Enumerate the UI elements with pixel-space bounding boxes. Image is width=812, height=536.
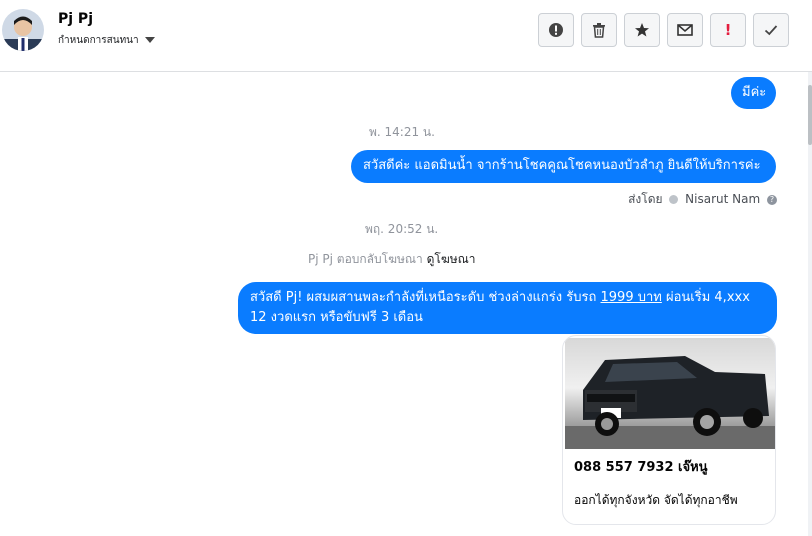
ad-message-text: ผ่อนเริ่ม 4,xxx bbox=[661, 290, 750, 305]
envelope-icon bbox=[677, 24, 693, 36]
sent-by-prefix: ส่งโดย bbox=[628, 192, 663, 206]
avatar-image bbox=[2, 9, 44, 51]
ad-reply-label: Pj Pj ตอบกลับโฆษณา bbox=[308, 252, 423, 266]
conversation-header: Pj Pj กำหนดการสนทนา ! bbox=[0, 0, 812, 72]
mark-spam-button[interactable] bbox=[538, 13, 574, 47]
ad-card[interactable]: 088 557 7932 เจ๊หนู ออกได้ทุกจังหวัด จัด… bbox=[562, 335, 776, 525]
price-link[interactable]: 1999 บาท bbox=[601, 290, 662, 305]
ad-reply-context: Pj Pj ตอบกลับโฆษณา ดูโฆษณา bbox=[308, 250, 476, 269]
ad-message-text: สวัสดี Pj! ผสมผสานพละกำลังที่เหนือระดับ … bbox=[250, 290, 601, 305]
message-bubble[interactable]: มีค่ะ bbox=[731, 77, 776, 109]
caret-down-icon bbox=[144, 37, 155, 43]
timestamp: พฤ. 20:52 น. bbox=[365, 222, 439, 236]
ad-card-title: 088 557 7932 เจ๊หนู bbox=[574, 460, 708, 475]
scrollbar-thumb[interactable] bbox=[808, 85, 812, 145]
sent-by: ส่งโดย Nisarut Nam ? bbox=[628, 190, 777, 209]
flag-important-button[interactable]: ! bbox=[710, 13, 746, 47]
delete-button[interactable] bbox=[581, 13, 617, 47]
mark-done-button[interactable] bbox=[753, 13, 789, 47]
ad-message-bubble[interactable]: สวัสดี Pj! ผสมผสานพละกำลังที่เหนือระดับ … bbox=[238, 282, 777, 334]
avatar[interactable] bbox=[2, 9, 44, 51]
exclamation-icon: ! bbox=[724, 21, 732, 39]
star-icon bbox=[635, 23, 649, 37]
trash-icon bbox=[593, 23, 605, 38]
help-icon[interactable]: ? bbox=[767, 194, 777, 205]
conversation-menu-label: กำหนดการสนทนา bbox=[58, 35, 139, 46]
ad-message-line1: สวัสดี Pj! ผสมผสานพละกำลังที่เหนือระดับ … bbox=[250, 288, 765, 308]
ad-message-line2: 12 งวดแรก หรือขับฟรี 3 เดือน bbox=[250, 310, 423, 325]
conversation-menu[interactable]: กำหนดการสนทนา bbox=[58, 33, 155, 48]
contact-name[interactable]: Pj Pj bbox=[58, 11, 93, 27]
bot-icon bbox=[669, 195, 679, 204]
timestamp: พ. 14:21 น. bbox=[369, 125, 435, 139]
alert-circle-icon bbox=[549, 23, 563, 37]
truck-image bbox=[565, 338, 775, 449]
ad-card-description: ออกได้ทุกจังหวัด จัดได้ทุกอาชีพ bbox=[574, 493, 738, 507]
truck-illustration bbox=[565, 356, 775, 449]
checkmark-icon bbox=[764, 25, 778, 36]
view-ad-link[interactable]: ดูโฆษณา bbox=[427, 252, 476, 266]
sender-name[interactable]: Nisarut Nam bbox=[685, 192, 760, 206]
message-bubble[interactable]: สวัสดีค่ะ แอดมินน้ำ จากร้านโชคคูณโชคหนอง… bbox=[351, 150, 776, 183]
star-button[interactable] bbox=[624, 13, 660, 47]
mark-unread-button[interactable] bbox=[667, 13, 703, 47]
